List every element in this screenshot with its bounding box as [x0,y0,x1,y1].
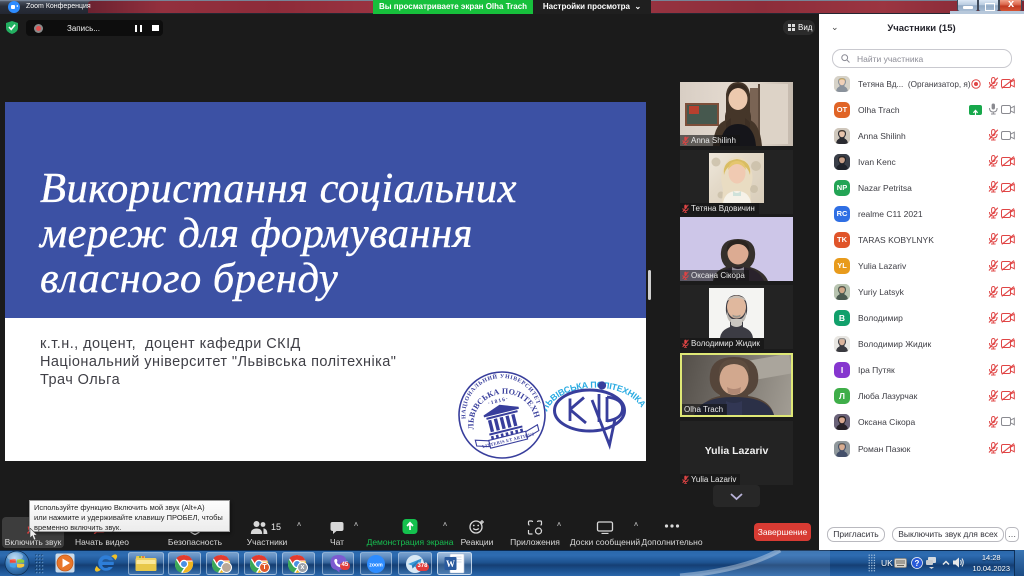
svg-text:zoom: zoom [369,562,383,568]
svg-text:?: ? [915,559,920,568]
svg-text:W: W [446,559,455,569]
